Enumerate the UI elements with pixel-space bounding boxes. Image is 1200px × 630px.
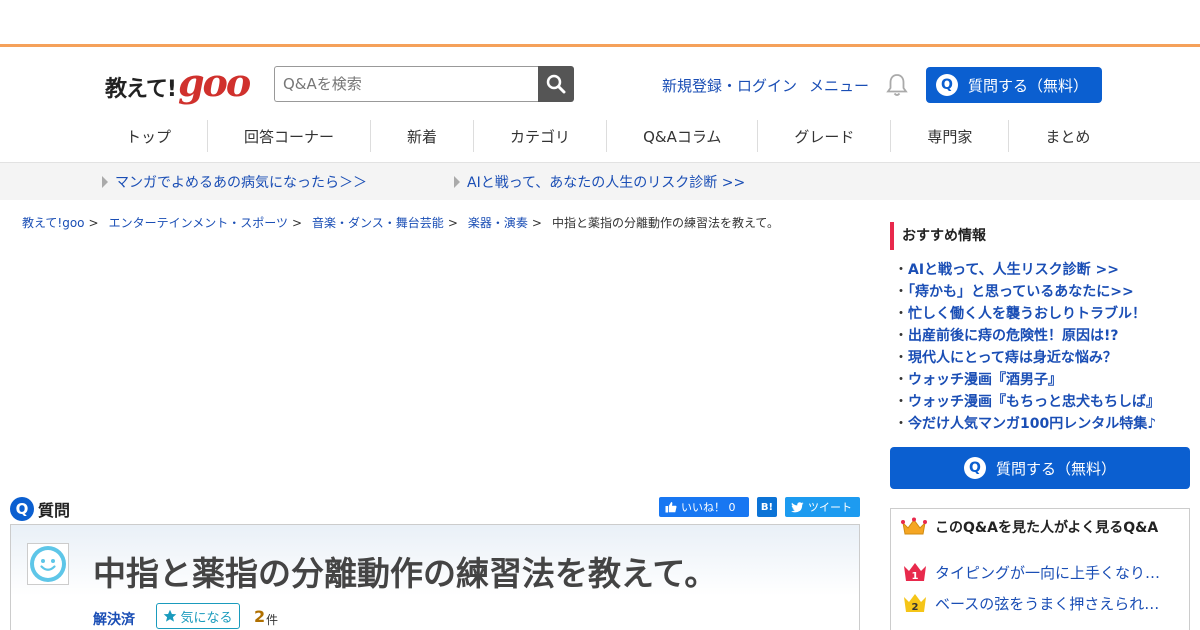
resolved-status: 解決済 bbox=[93, 612, 135, 628]
star-icon bbox=[164, 609, 177, 622]
question-heading: Q 質問 bbox=[10, 497, 70, 521]
search-input[interactable] bbox=[274, 66, 538, 102]
nav-top[interactable]: トップ bbox=[90, 120, 209, 152]
question-card: 中指と薬指の分離動作の練習法を教えて。 解決済 気になる 2 件 bbox=[10, 524, 860, 630]
twitter-bird-icon bbox=[791, 501, 804, 512]
avatar[interactable] bbox=[27, 543, 69, 585]
search-button[interactable] bbox=[538, 66, 574, 102]
promo-link-manga[interactable]: マンガでよめるあの病気になったら＞＞ bbox=[102, 172, 367, 192]
nav-answer-corner[interactable]: 回答コーナー bbox=[208, 120, 372, 152]
search-icon bbox=[546, 74, 566, 94]
like-label: いいね！ 0 bbox=[681, 501, 736, 514]
watch-unit: 件 bbox=[266, 613, 279, 627]
rank-1-crown-icon: 1 bbox=[903, 561, 927, 583]
question-heading-label: 質問 bbox=[38, 501, 71, 520]
nav-expert[interactable]: 専門家 bbox=[891, 120, 1010, 152]
breadcrumb-home[interactable]: 教えて!goo bbox=[22, 216, 85, 230]
search-box bbox=[274, 66, 574, 102]
nav-summary[interactable]: まとめ bbox=[1009, 120, 1126, 152]
hatena-bookmark-button[interactable]: B! bbox=[757, 497, 777, 517]
related-qa-item[interactable]: 1 タイピングが一向に上手くなり… bbox=[903, 561, 1160, 583]
recommend-item[interactable]: 出産前後に痔の危険性！原因は!? bbox=[894, 325, 1160, 347]
breadcrumb: 教えて!goo > エンターテインメント・スポーツ > 音楽・ダンス・舞台芸能 > 楽器・演… bbox=[22, 216, 779, 230]
tweet-label: ツイート bbox=[808, 501, 852, 514]
watch-count: 2 bbox=[254, 607, 266, 626]
q-icon: Q bbox=[936, 74, 958, 96]
nav-new[interactable]: 新着 bbox=[371, 120, 475, 152]
facebook-like-button[interactable]: いいね！ 0 bbox=[659, 497, 749, 517]
logo-goo: goo bbox=[177, 60, 251, 105]
q-icon: Q bbox=[963, 457, 986, 479]
recommend-item[interactable]: ウォッチ漫画『もちっと忠犬もちしば』 bbox=[894, 391, 1160, 413]
sidebar-ask-button[interactable]: Q 質問する（無料） bbox=[890, 447, 1190, 489]
smiley-face-icon bbox=[30, 546, 66, 582]
recommend-item[interactable]: 忙しく働く人を襲うおしりトラブル！ bbox=[894, 303, 1160, 325]
watch-label: 気になる bbox=[180, 610, 233, 626]
hatena-label: B! bbox=[760, 501, 774, 513]
tweet-button[interactable]: ツイート bbox=[785, 497, 860, 517]
nav-qa-column[interactable]: Q&Aコラム bbox=[607, 120, 759, 152]
menu-link[interactable]: メニュー bbox=[809, 75, 869, 96]
recommend-item[interactable]: 現代人にとって痔は身近な悩み？ bbox=[894, 347, 1160, 369]
site-logo[interactable]: 教えて! goo bbox=[105, 60, 251, 105]
rank-2-crown-icon: 2 bbox=[903, 592, 927, 614]
watch-button[interactable]: 気になる bbox=[156, 603, 240, 629]
breadcrumb-music[interactable]: 音楽・ダンス・舞台芸能 bbox=[312, 216, 444, 230]
main-nav: トップ 回答コーナー 新着 カテゴリ Q&Aコラム グレード 専門家 まとめ bbox=[90, 120, 1126, 154]
crown-icon bbox=[901, 517, 927, 535]
nav-grade[interactable]: グレード bbox=[758, 120, 892, 152]
svg-text:2: 2 bbox=[912, 602, 919, 613]
recommend-item[interactable]: 「痔かも」と思っているあなたに>> bbox=[894, 281, 1160, 303]
logo-text: 教えて! bbox=[105, 77, 177, 102]
breadcrumb-entertainment[interactable]: エンターテインメント・スポーツ bbox=[109, 216, 288, 230]
recommend-list: AIと戦って、人生リスク診断 >> 「痔かも」と思っているあなたに>> 忙しく働… bbox=[894, 259, 1160, 435]
related-qa-text: タイピングが一向に上手くなり… bbox=[935, 563, 1161, 582]
question-title: 中指と薬指の分離動作の練習法を教えて。 bbox=[93, 554, 718, 593]
promo-link-ai[interactable]: AIと戦って、あなたの人生のリスク診断 >> bbox=[454, 172, 745, 192]
recommend-item[interactable]: 今だけ人気マンガ100円レンタル特集♪ bbox=[894, 413, 1160, 435]
related-qa-box: このQ&Aを見た人がよく見るQ&A 1 タイピングが一向に上手くなり… 2 ベー… bbox=[890, 508, 1190, 630]
notification-bell-icon[interactable] bbox=[886, 73, 908, 101]
recommend-item[interactable]: AIと戦って、人生リスク診断 >> bbox=[894, 259, 1160, 281]
svg-text:1: 1 bbox=[912, 571, 919, 582]
recommend-item[interactable]: ウォッチ漫画『酒男子』 bbox=[894, 369, 1160, 391]
q-icon: Q bbox=[10, 497, 34, 521]
related-qa-title: このQ&Aを見た人がよく見るQ&A bbox=[935, 520, 1159, 536]
breadcrumb-current: 中指と薬指の分離動作の練習法を教えて。 bbox=[551, 216, 779, 230]
top-ad-strip bbox=[0, 0, 1200, 47]
ask-question-button[interactable]: Q 質問する（無料） bbox=[926, 67, 1102, 103]
related-qa-heading: このQ&Aを見た人がよく見るQ&A bbox=[901, 517, 1158, 537]
sidebar-ask-label: 質問する（無料） bbox=[995, 459, 1116, 478]
related-qa-item[interactable]: 2 ベースの弦をうまく押さえられ… bbox=[903, 592, 1159, 614]
login-link[interactable]: 新規登録・ログイン bbox=[662, 75, 797, 96]
thumbs-up-icon bbox=[665, 502, 677, 513]
related-qa-text: ベースの弦をうまく押さえられ… bbox=[935, 594, 1160, 613]
ask-button-label: 質問する（無料） bbox=[968, 76, 1089, 95]
recommend-title: おすすめ情報 bbox=[890, 222, 986, 250]
breadcrumb-instrument[interactable]: 楽器・演奏 bbox=[468, 216, 528, 230]
nav-category[interactable]: カテゴリ bbox=[474, 120, 608, 152]
